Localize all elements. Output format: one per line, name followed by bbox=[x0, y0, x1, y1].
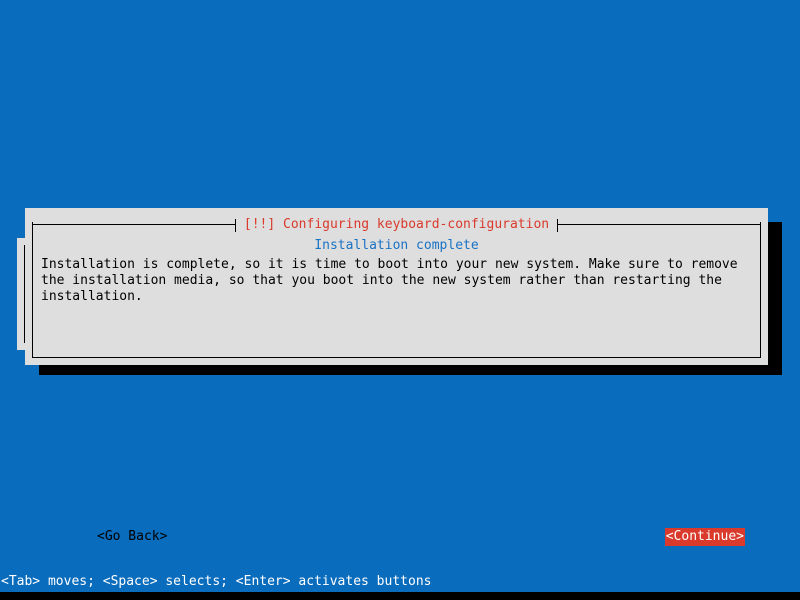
dialog-title-bar: [!!] Configuring keyboard-configuration bbox=[32, 215, 761, 233]
dialog-body-text: Installation is complete, so it is time … bbox=[41, 257, 746, 304]
dialog-button-row: <Go Back> <Continue> bbox=[58, 528, 785, 546]
title-rule-right bbox=[557, 218, 761, 232]
dialog-title: [!!] Configuring keyboard-configuration bbox=[235, 217, 558, 231]
continue-button[interactable]: <Continue> bbox=[664, 528, 745, 546]
go-back-button[interactable]: <Go Back> bbox=[96, 528, 168, 546]
status-bar-hint-text: <Tab> moves; <Space> selects; <Enter> ac… bbox=[1, 574, 432, 589]
title-rule-left bbox=[32, 218, 236, 232]
bottom-black-bar bbox=[0, 592, 800, 600]
installer-screen: [!!] Configuring keyboard-configuration … bbox=[0, 0, 800, 600]
installation-complete-heading: Installation complete bbox=[314, 238, 479, 253]
status-bar: <Tab> moves; <Space> selects; <Enter> ac… bbox=[0, 572, 800, 592]
